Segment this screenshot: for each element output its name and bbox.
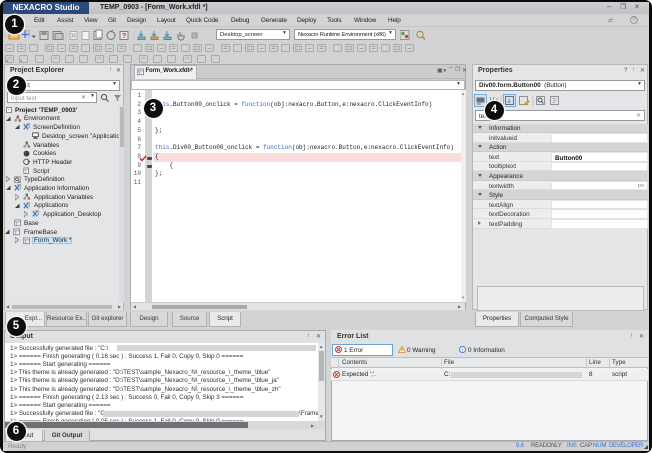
svg-text:?: ?	[122, 33, 126, 40]
